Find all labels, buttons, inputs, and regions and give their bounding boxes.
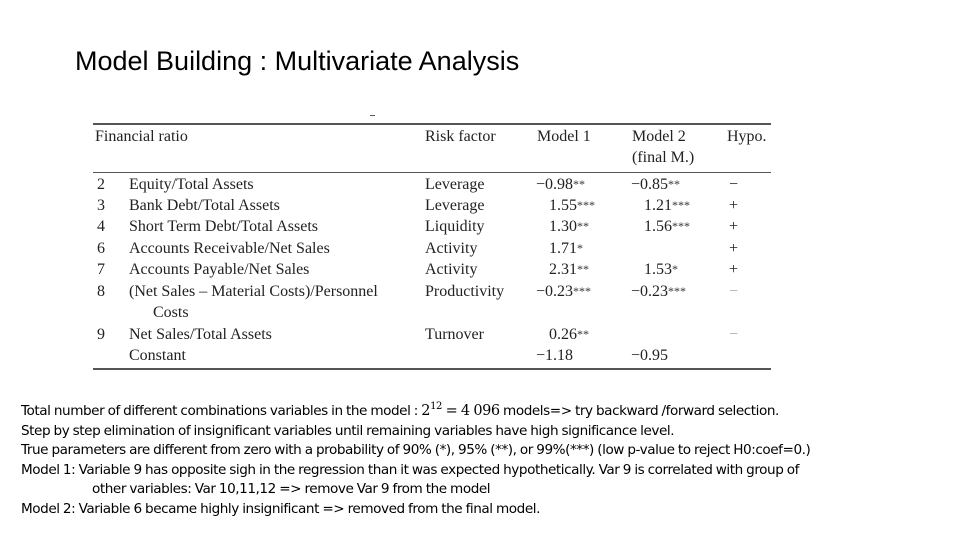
header-model2: Model 2	[632, 128, 686, 145]
row-ratio: Bank Debt/Total Assets	[129, 197, 280, 214]
row-risk-factor: Activity	[425, 240, 478, 257]
significance-stars: **	[668, 177, 681, 191]
row-number: 7	[97, 261, 105, 278]
note-text: models=> try backward /forward selection…	[499, 403, 779, 419]
coef-value: 0.26	[549, 326, 577, 343]
coef-value: 1.21	[644, 197, 672, 214]
row-hypothesis-sign: −	[729, 326, 739, 343]
header-financial-ratio: Financial ratio	[95, 128, 188, 145]
row-ratio: Equity/Total Assets	[129, 176, 254, 193]
row-number: 4	[97, 218, 105, 235]
notes-block: Total number of different combinations v…	[21, 402, 811, 520]
formula-exponent: 12	[430, 401, 442, 413]
header-model2-sub: (final M.)	[632, 149, 695, 166]
significance-stars: ***	[577, 198, 595, 212]
table-header-rule	[93, 172, 771, 173]
row-ratio: (Net Sales – Material Costs)/Personnel	[129, 283, 378, 300]
coef-value: −0.23	[631, 283, 669, 300]
significance-stars: ***	[672, 219, 690, 233]
significance-stars: **	[577, 262, 589, 276]
coef-value: 1.71	[549, 240, 577, 257]
row-model2: −0.95	[631, 346, 668, 366]
formula-base: 2	[421, 403, 431, 419]
significance-stars: **	[573, 177, 586, 191]
row-number: 8	[97, 283, 105, 300]
coef-value: −0.23	[536, 283, 574, 300]
significance-stars: ***	[668, 284, 687, 298]
row-ratio: Net Sales/Total Assets	[129, 326, 272, 343]
note-combinations: Total number of different combinations v…	[21, 402, 810, 422]
row-ratio-continuation: Costs	[153, 304, 189, 321]
row-risk-factor: Liquidity	[425, 218, 485, 235]
header-risk-factor: Risk factor	[425, 128, 496, 145]
row-hypothesis-sign: +	[729, 218, 739, 235]
coef-value: 1.30	[549, 218, 577, 235]
row-model2: −0.85**	[631, 175, 680, 195]
note-model1-cont: other variables: Var 10,11,12 => remove …	[92, 481, 491, 498]
row-model2: −0.23***	[631, 282, 686, 302]
header-model1: Model 1	[537, 128, 591, 145]
row-risk-factor: Turnover	[425, 326, 484, 343]
significance-stars: ***	[573, 284, 592, 298]
row-number: 9	[97, 326, 105, 343]
row-hypothesis-sign: +	[729, 240, 739, 257]
row-risk-factor: Leverage	[425, 176, 485, 193]
note-significance: True parameters are different from zero …	[21, 442, 811, 459]
row-risk-factor: Activity	[425, 261, 478, 278]
formula-result: = 4 096	[441, 403, 501, 419]
slide-title: Model Building : Multivariate Analysis	[75, 46, 520, 76]
row-model1: −0.98**	[536, 175, 585, 195]
coef-value: −1.18	[536, 347, 574, 364]
row-ratio: Accounts Payable/Net Sales	[129, 261, 310, 278]
row-model2: 1.53*	[644, 260, 678, 280]
row-model1: 1.55***	[549, 196, 595, 216]
row-model1: −1.18	[536, 346, 573, 366]
coef-value: −0.85	[631, 176, 669, 193]
significance-stars: *	[672, 262, 678, 276]
coef-value: 2.31	[549, 261, 577, 278]
row-model1: −0.23***	[536, 282, 591, 302]
row-ratio: Constant	[129, 347, 186, 364]
row-model1: 1.71*	[549, 239, 583, 259]
note-text: Total number of different combinations v…	[21, 403, 422, 419]
row-model2: 1.21***	[644, 196, 690, 216]
row-model2: 1.56***	[644, 217, 690, 237]
note-model1: Model 1: Variable 9 has opposite sigh in…	[21, 461, 799, 478]
note-model2: Model 2: Variable 6 became highly insign…	[21, 500, 540, 517]
significance-stars: **	[577, 327, 589, 341]
row-risk-factor: Productivity	[425, 283, 505, 300]
coef-value: −0.98	[536, 176, 574, 193]
coef-value: 1.55	[549, 197, 577, 214]
row-hypothesis-sign: −	[729, 176, 739, 193]
significance-stars: ***	[672, 198, 690, 212]
table-bottom-rule	[93, 368, 771, 370]
coef-value: 1.56	[644, 218, 672, 235]
significance-stars: **	[577, 219, 589, 233]
row-ratio: Accounts Receivable/Net Sales	[129, 240, 330, 257]
row-number: 2	[97, 176, 105, 193]
significance-stars: *	[577, 241, 583, 255]
header-hypo: Hypo.	[727, 128, 767, 145]
row-model1: 2.31**	[549, 260, 589, 280]
row-number: 3	[97, 197, 105, 214]
row-model1: 0.26**	[549, 325, 589, 345]
note-stepwise: Step by step elimination of insignifican…	[21, 422, 675, 439]
decorative-tick	[370, 115, 375, 116]
row-hypothesis-sign: −	[729, 283, 739, 300]
coef-value: −0.95	[631, 347, 669, 364]
row-hypothesis-sign: +	[729, 261, 739, 278]
coef-value: 1.53	[644, 261, 672, 278]
table-top-rule	[93, 123, 771, 125]
row-ratio: Short Term Debt/Total Assets	[129, 218, 319, 235]
row-risk-factor: Leverage	[425, 197, 485, 214]
row-number: 6	[97, 240, 105, 257]
row-hypothesis-sign: +	[729, 197, 739, 214]
formula: 212 = 4 096	[421, 401, 501, 419]
row-model1: 1.30**	[549, 217, 589, 237]
